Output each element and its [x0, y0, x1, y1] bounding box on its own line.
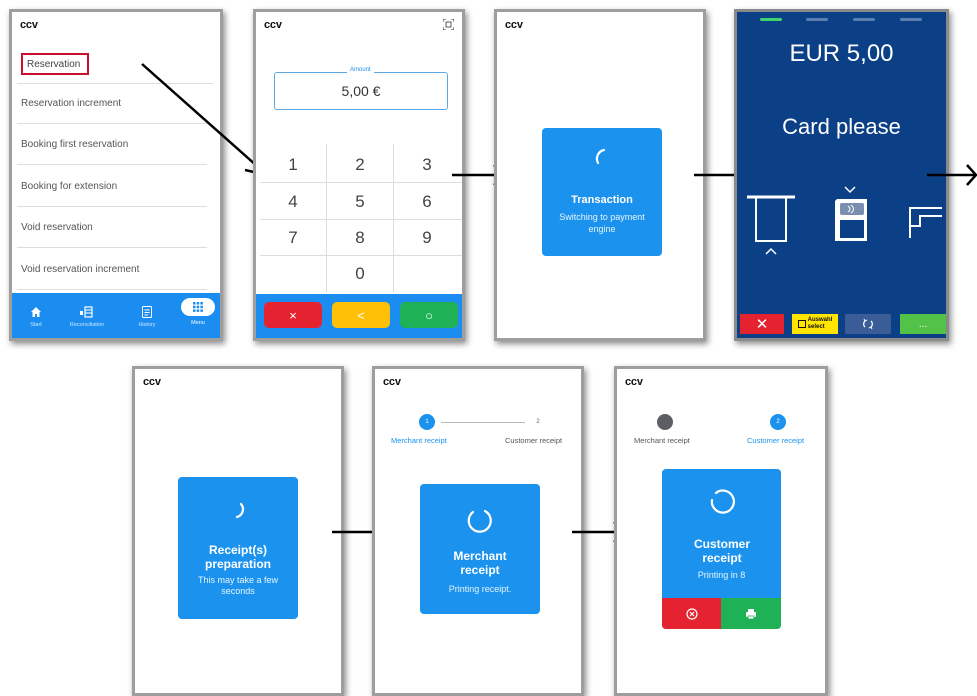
home-icon	[31, 307, 41, 317]
keypad-action-bar: × < ○	[256, 294, 462, 338]
screen-receipt-preparation: ccv Receipt(s) preparation This may take…	[132, 366, 344, 696]
nav-history-label: History	[138, 322, 156, 328]
insert-card-icon	[747, 195, 795, 255]
key-2[interactable]: 2	[327, 146, 393, 183]
key-8[interactable]: 8	[327, 219, 393, 256]
qr-scan-icon	[443, 19, 454, 30]
ccv-logo: ccv	[505, 19, 523, 31]
step-1-done-indicator	[657, 414, 673, 430]
step-connector	[441, 422, 525, 423]
key-7[interactable]: 7	[260, 219, 326, 256]
status-dash	[806, 18, 828, 21]
amount-label: Amount	[347, 67, 374, 73]
select-label-de: Auswahl	[807, 317, 833, 323]
refresh-icon	[863, 318, 873, 330]
cancel-circle-icon	[685, 607, 698, 620]
menu-grid-icon	[181, 298, 215, 316]
customer-receipt-title: Customer receipt	[693, 537, 750, 565]
terminal-amount: EUR 5,00	[789, 40, 894, 67]
card-prompt: Card please	[782, 114, 901, 139]
screen-keypad: ccv Amount 5,00 € 1 2 3 4 5 6 7 8 9 0 × …	[253, 9, 465, 341]
right-arrow	[927, 164, 977, 186]
key-9[interactable]: 9	[394, 219, 460, 256]
select-button[interactable]: Auswahl select	[792, 314, 838, 334]
screen-transaction: ccv Transaction Switching to payment eng…	[494, 9, 706, 341]
cancel-print-button[interactable]	[662, 598, 721, 629]
select-label-en: select	[807, 324, 825, 330]
ccv-logo: ccv	[625, 376, 643, 388]
ccv-logo: ccv	[383, 376, 401, 388]
step-2-indicator: 2	[770, 414, 786, 430]
spinner-icon	[710, 489, 735, 514]
merchant-receipt-subtitle: Printing receipt.	[448, 584, 512, 594]
spinner-icon	[235, 502, 244, 519]
ccv-logo: ccv	[143, 376, 161, 388]
spinner-icon	[595, 148, 606, 165]
step-1-label: Merchant receipt	[634, 436, 690, 445]
transaction-card: Transaction Switching to payment engine	[542, 128, 662, 256]
nav-history[interactable]: History	[127, 293, 167, 338]
key-0[interactable]: 0	[327, 255, 393, 292]
swipe-card-icon	[909, 207, 942, 238]
step-2-label: Customer receipt	[505, 436, 563, 445]
customer-receipt-subtitle: Printing in 8	[697, 570, 746, 580]
screen-customer-receipt: ccv 2 Merchant receipt Customer receipt …	[614, 366, 828, 696]
key-1[interactable]: 1	[260, 146, 326, 183]
status-dash-active	[760, 18, 782, 21]
bottom-nav: Start Reconciliation History Menu	[12, 293, 220, 338]
transaction-title: Transaction	[571, 194, 633, 206]
correction-button[interactable]	[845, 314, 891, 334]
key-5[interactable]: 5	[327, 183, 393, 220]
diagonal-arrow	[141, 63, 270, 177]
nav-menu[interactable]: Menu	[178, 293, 218, 338]
cash-register-icon	[80, 306, 93, 318]
receipt-preparation-subtitle: This may take a few seconds	[197, 575, 279, 596]
nav-start[interactable]: Start	[16, 293, 56, 338]
merchant-receipt-title: Merchant receipt	[453, 549, 507, 577]
screen-merchant-receipt: ccv 1 2 Merchant receipt Customer receip…	[372, 366, 584, 696]
spinner-icon	[467, 509, 492, 533]
key-4[interactable]: 4	[260, 183, 326, 220]
step-1-indicator: 1	[419, 414, 435, 430]
stop-button[interactable]: ✕	[740, 314, 784, 334]
nav-menu-label: Menu	[191, 320, 205, 326]
menu-item-void-reservation-increment[interactable]: Void reservation increment	[17, 249, 207, 290]
menu-item-void-reservation[interactable]: Void reservation	[17, 207, 207, 248]
back-button[interactable]: <	[332, 302, 390, 328]
contactless-icon	[835, 186, 867, 241]
receipt-preparation-title: Receipt(s) preparation	[204, 543, 271, 571]
status-dash	[900, 18, 922, 21]
cancel-button[interactable]: ×	[264, 302, 322, 328]
receipt-preparation-card: Receipt(s) preparation This may take a f…	[178, 477, 298, 619]
customer-receipt-card: Customer receipt Printing in 8	[662, 469, 781, 629]
transaction-subtitle: Switching to payment engine	[559, 212, 645, 234]
menu-item-reservation[interactable]: Reservation	[21, 53, 89, 75]
ccv-logo: ccv	[264, 19, 282, 31]
nav-reconciliation-label: Reconciliation	[69, 322, 105, 328]
nav-start-label: Start	[30, 322, 42, 328]
history-list-icon	[142, 306, 152, 318]
confirm-button[interactable]: ...	[900, 314, 946, 334]
amount-field[interactable]: Amount 5,00 €	[274, 67, 448, 110]
merchant-receipt-card: Merchant receipt Printing receipt.	[420, 484, 540, 614]
printer-icon	[746, 608, 756, 619]
status-dash	[853, 18, 875, 21]
ok-button[interactable]: ○	[400, 302, 458, 328]
step-2-indicator: 2	[536, 419, 540, 425]
print-button[interactable]	[721, 598, 781, 629]
key-6[interactable]: 6	[394, 183, 460, 220]
nav-reconciliation[interactable]: Reconciliation	[67, 293, 107, 338]
amount-value: 5,00 €	[341, 83, 381, 99]
screen-card-prompt: EUR 5,00 Card please ✕ Auswahl select ...	[734, 9, 949, 341]
select-box-icon	[797, 320, 806, 328]
ccv-logo: ccv	[20, 19, 38, 31]
step-2-label: Customer receipt	[747, 436, 805, 445]
step-1-label: Merchant receipt	[391, 436, 447, 445]
